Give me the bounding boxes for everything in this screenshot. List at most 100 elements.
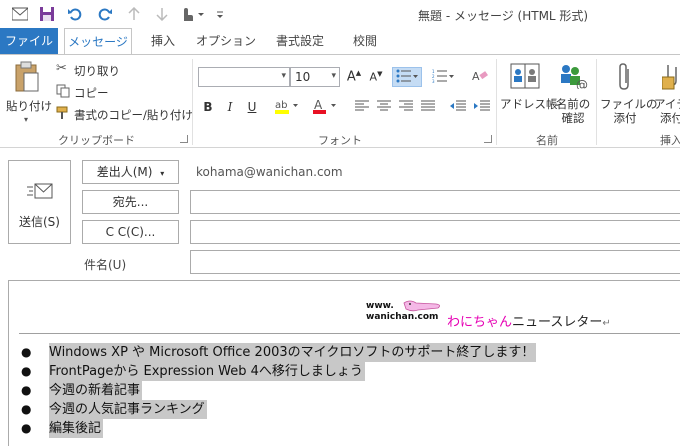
underline-icon: U	[247, 100, 257, 114]
font-size-combo[interactable]: 10 ▾	[290, 67, 340, 87]
format-painter-icon	[56, 106, 70, 123]
font-dialog-launcher[interactable]	[484, 135, 492, 143]
tab-message[interactable]: メッセージ	[64, 28, 132, 55]
tab-options[interactable]: オプション	[196, 28, 256, 54]
align-left-icon	[355, 100, 369, 115]
svg-text:ab: ab	[275, 100, 287, 111]
to-button[interactable]: 宛先...	[82, 190, 179, 214]
font-color-button[interactable]: A	[310, 97, 340, 117]
undo-icon[interactable]	[66, 5, 84, 23]
title-bar: 無題 - メッセージ (HTML 形式)	[0, 0, 680, 28]
from-button[interactable]: 差出人(M) ▾	[82, 160, 179, 184]
send-button[interactable]: 送信(S)	[8, 160, 71, 244]
paste-label: 貼り付け	[6, 99, 52, 113]
attach-file-label-line2: 添付	[613, 111, 637, 125]
highlighter-icon: ab	[274, 98, 300, 117]
bold-icon: B	[203, 100, 213, 114]
copy-button[interactable]: コピー	[56, 83, 136, 101]
cc-button[interactable]: C C(C)...	[82, 220, 179, 244]
up-arrow-icon[interactable]	[126, 5, 142, 23]
align-center-icon	[377, 100, 391, 115]
group-separator	[496, 59, 497, 145]
align-left-button[interactable]	[352, 97, 372, 117]
list-item-text: 今週の新着記事	[49, 381, 143, 400]
paste-button[interactable]: 貼り付け ▾	[4, 59, 52, 125]
list-item-text: Windows XP や Microsoft Office 2003のマイクロソ…	[49, 343, 537, 362]
clipboard-group-label: クリップボード	[58, 134, 135, 147]
format-painter-button[interactable]: 書式のコピー/貼り付け	[56, 105, 193, 123]
send-icon	[27, 181, 53, 206]
touch-mode-icon[interactable]	[178, 5, 206, 23]
decrease-indent-button[interactable]	[448, 97, 468, 117]
bullets-button[interactable]	[392, 67, 422, 87]
address-book-label: アドレス帳	[500, 97, 558, 111]
cut-label: 切り取り	[74, 64, 120, 78]
to-input[interactable]	[190, 190, 680, 214]
address-book-button[interactable]: アドレス帳	[500, 59, 558, 127]
list-item-text: FrontPageから Expression Web 4へ移行しましょう	[49, 362, 365, 381]
grow-font-button[interactable]: A▲	[344, 67, 364, 87]
newsletter-heading: わにちゃんニュースレター↵	[447, 311, 611, 330]
bullet-icon: ●	[21, 345, 32, 359]
bullets-icon	[396, 69, 418, 86]
align-center-button[interactable]	[374, 97, 394, 117]
message-header: 送信(S) 差出人(M) ▾ kohama@wanichan.com 宛先...…	[0, 148, 680, 278]
clear-formatting-button[interactable]: A	[470, 67, 490, 87]
cc-input[interactable]	[190, 220, 680, 244]
attach-file-button[interactable]: ファイルの 添付	[600, 59, 658, 127]
newsletter-title: ニュースレター	[512, 315, 603, 330]
check-names-label-line1: 名前の	[555, 97, 591, 111]
attach-item-icon	[661, 63, 680, 94]
from-value: kohama@wanichan.com	[196, 165, 343, 179]
clipboard-dialog-launcher[interactable]	[180, 135, 188, 143]
increase-indent-icon	[474, 100, 490, 115]
group-separator	[192, 59, 193, 145]
increase-indent-button[interactable]	[472, 97, 492, 117]
outlook-app-icon	[12, 5, 28, 23]
subject-input[interactable]	[190, 250, 680, 274]
attach-item-label-line1: アイテ	[654, 97, 680, 111]
tab-review[interactable]: 校閲	[342, 28, 388, 54]
redo-icon[interactable]	[96, 5, 114, 23]
eraser-icon: A	[472, 69, 488, 86]
numbering-icon: 123	[432, 69, 454, 86]
copy-label: コピー	[74, 86, 109, 100]
shrink-font-icon: A▼	[369, 70, 383, 84]
shrink-font-button[interactable]: A▼	[366, 67, 386, 87]
customize-qat-icon[interactable]	[214, 5, 226, 23]
tab-file[interactable]: ファイル	[0, 28, 58, 54]
check-names-icon: @	[558, 63, 588, 92]
down-arrow-icon[interactable]	[154, 5, 170, 23]
bullet-icon: ●	[21, 364, 32, 378]
highlight-button[interactable]: ab	[272, 97, 302, 117]
font-name-combo[interactable]: ▾	[198, 67, 290, 87]
insert-group-label: 挿入	[660, 134, 680, 147]
svg-text:3: 3	[432, 79, 435, 83]
message-body-editor[interactable]: www. wanichan.com わにちゃんニュースレター↵ ● Window…	[8, 280, 680, 446]
ribbon: 貼り付け ▾ ✂ 切り取り コピー 書式のコピー/貼り付け クリップボード ▾ …	[0, 54, 680, 148]
justify-button[interactable]	[418, 97, 438, 117]
font-group-label: フォント	[318, 134, 362, 147]
numbering-button[interactable]: 123	[428, 67, 458, 87]
chevron-down-icon: ▾	[160, 169, 165, 178]
grow-font-icon: A▲	[346, 69, 362, 85]
cut-button[interactable]: ✂ 切り取り	[56, 61, 136, 79]
svg-text:@: @	[576, 78, 588, 89]
chevron-down-icon: ▾	[331, 71, 336, 81]
check-names-button[interactable]: @ 名前の 確認	[552, 59, 594, 127]
chevron-down-icon: ▾	[281, 71, 286, 81]
save-icon[interactable]	[38, 5, 56, 23]
logo-line1: www.	[366, 301, 394, 311]
names-group-label: 名前	[536, 134, 558, 147]
bullet-icon: ●	[21, 402, 32, 416]
attach-item-button[interactable]: アイテ 添付	[652, 59, 680, 127]
italic-button[interactable]: I	[220, 97, 240, 117]
underline-button[interactable]: U	[242, 97, 262, 117]
align-right-icon	[399, 100, 413, 115]
check-names-label-line2: 確認	[561, 111, 585, 125]
subject-label: 件名(U)	[84, 258, 127, 272]
align-right-button[interactable]	[396, 97, 416, 117]
bold-button[interactable]: B	[198, 97, 218, 117]
tab-format-text[interactable]: 書式設定	[266, 28, 334, 54]
tab-insert[interactable]: 挿入	[140, 28, 186, 54]
